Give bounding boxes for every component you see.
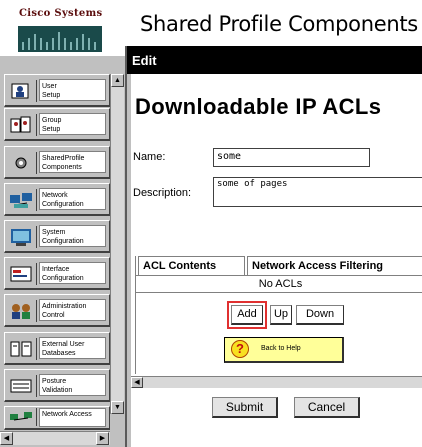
tab-acl-contents[interactable]: ACL Contents	[138, 256, 245, 275]
name-label: Name:	[133, 151, 166, 163]
up-button[interactable]: Up	[270, 305, 292, 325]
nav-label: SharedProfile Components	[39, 151, 106, 173]
group-setup-icon	[10, 116, 31, 133]
edit-scrollbar[interactable]	[127, 74, 131, 427]
nav-label: System Configuration	[39, 225, 106, 247]
nav-label: External User Databases	[39, 337, 106, 359]
cisco-logo: Cisco Systems	[0, 0, 122, 56]
acl-table: No ACLs	[136, 275, 422, 293]
nav-vertical-scrollbar[interactable]: ▲ ▼	[110, 74, 124, 414]
nav-interface-configuration[interactable]: Interface Configuration	[4, 257, 110, 290]
nav-network-configuration[interactable]: Network Configuration	[4, 183, 110, 216]
nav-label: Group Setup	[39, 113, 106, 135]
cancel-button[interactable]: Cancel	[294, 397, 360, 418]
description-label: Description:	[133, 187, 192, 199]
name-input[interactable]: some	[213, 148, 370, 167]
nav-network-access[interactable]: Network Access	[4, 406, 110, 430]
nav-external-user-databases[interactable]: External User Databases	[4, 332, 110, 365]
tab-network-access-filtering[interactable]: Network Access Filtering	[247, 256, 422, 275]
shared-profile-icon	[15, 157, 27, 169]
nav-label: Network Configuration	[39, 188, 106, 210]
nav-user-setup[interactable]: User Setup	[4, 74, 110, 107]
nav-posture-validation[interactable]: Posture Validation	[4, 369, 110, 402]
help-label: Back to Help	[261, 345, 301, 352]
scroll-down-arrow-icon[interactable]: ▼	[111, 401, 124, 414]
network-config-icon	[10, 193, 32, 208]
scroll-up-arrow-icon[interactable]: ▲	[111, 74, 124, 87]
page-title: Shared Profile Components	[140, 12, 418, 36]
edit-header: Edit	[127, 46, 422, 74]
down-button[interactable]: Down	[296, 305, 344, 325]
admin-control-icon	[12, 304, 30, 319]
add-button[interactable]: Add	[231, 305, 263, 325]
scroll-right-arrow-icon[interactable]: ▶	[96, 432, 109, 445]
edit-horizontal-scrollbar[interactable]: ◀	[131, 376, 422, 388]
nav-group-setup[interactable]: Group Setup	[4, 108, 110, 141]
cisco-bridge-logo-icon	[18, 26, 102, 52]
scroll-left-arrow-icon[interactable]: ◀	[0, 432, 13, 445]
left-nav: User Setup Group Setup SharedProfile Compon…	[0, 56, 125, 447]
nav-label: Network Access	[39, 408, 106, 427]
interface-config-icon	[10, 266, 32, 282]
nav-shared-profile[interactable]: SharedProfile Components	[4, 146, 110, 179]
user-setup-icon	[11, 83, 29, 99]
nav-label: Interface Configuration	[39, 262, 106, 284]
nav-system-configuration[interactable]: System Configuration	[4, 220, 110, 253]
scroll-left-arrow-icon[interactable]: ◀	[131, 377, 143, 388]
edit-frame: Edit Downloadable IP ACLs Name: some Des…	[125, 46, 422, 447]
description-textarea[interactable]: some of pages	[213, 177, 422, 207]
nav-horizontal-scrollbar[interactable]: ◀ ▶	[0, 431, 110, 445]
nav-administration-control[interactable]: Administration Control	[4, 294, 110, 327]
external-db-icon	[10, 341, 32, 357]
company-name: Cisco Systems	[19, 8, 103, 19]
form-title: Downloadable IP ACLs	[135, 94, 382, 119]
back-to-help-button[interactable]: ? Back to Help	[224, 337, 344, 363]
system-config-icon	[11, 229, 31, 246]
empty-acl-message: No ACLs	[258, 278, 303, 290]
submit-bar: Submit Cancel	[127, 389, 422, 447]
question-mark-icon: ?	[231, 340, 249, 358]
nav-label: User Setup	[39, 79, 106, 101]
nav-label: Administration Control	[39, 299, 106, 321]
nav-label: Posture Validation	[39, 374, 106, 396]
posture-icon	[10, 379, 32, 393]
submit-button[interactable]: Submit	[212, 397, 278, 418]
network-access-icon	[10, 412, 32, 421]
